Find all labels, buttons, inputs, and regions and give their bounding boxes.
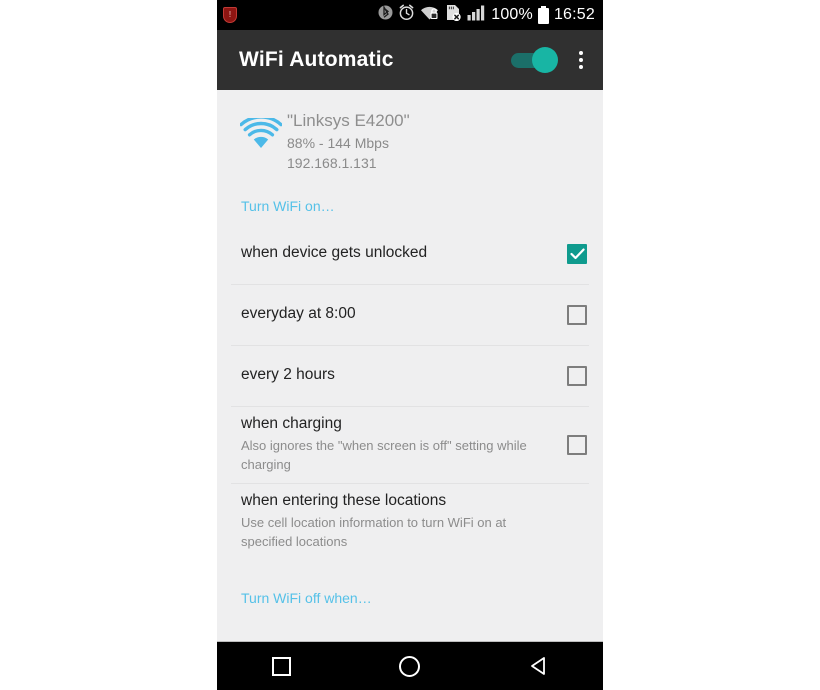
navigation-bar <box>217 641 603 690</box>
row-title: every 2 hours <box>241 366 335 384</box>
battery-full-icon <box>537 6 549 24</box>
toggle-thumb <box>532 47 558 73</box>
list-item[interactable]: every 2 hours <box>217 346 603 406</box>
signal-bars-icon <box>467 4 486 26</box>
status-bar-right: 100% 16:52 <box>378 4 595 26</box>
row-title: everyday at 8:00 <box>241 305 356 323</box>
status-bar: ! 100% 16:52 <box>217 0 603 30</box>
home-circle-icon <box>399 655 421 677</box>
list-item[interactable]: when entering these locations Use cell l… <box>217 484 603 560</box>
recents-square-icon <box>271 656 291 676</box>
page-title: WiFi Automatic <box>239 48 394 71</box>
screenshot-canvas: ! 100% 16:52 WiFi Automatic "Linksys E42… <box>0 0 820 690</box>
shield-notification-icon: ! <box>223 6 239 24</box>
wifi-ssid: "Linksys E4200" <box>287 111 410 130</box>
alarm-clock-icon <box>398 4 415 26</box>
wifi-status-card[interactable]: "Linksys E4200" 88% - 144 Mbps 192.168.1… <box>217 90 603 188</box>
overflow-menu-icon[interactable] <box>571 45 591 75</box>
back-triangle-icon <box>530 657 545 675</box>
row-subtitle: Also ignores the "when screen is off" se… <box>241 438 527 472</box>
sd-card-removed-icon <box>444 4 462 26</box>
row-title: when device gets unlocked <box>241 244 428 262</box>
wifi-signal-icon <box>235 108 287 150</box>
list-item[interactable]: when charging Also ignores the "when scr… <box>217 407 603 483</box>
wifi-speed: 88% - 144 Mbps <box>287 134 389 151</box>
recents-button[interactable] <box>246 642 316 690</box>
wifi-ip-address: 192.168.1.131 <box>287 155 377 172</box>
row-title: when entering these locations <box>241 492 447 510</box>
master-toggle-switch[interactable] <box>511 47 561 73</box>
row-text: when entering these locations Use cell l… <box>241 491 587 552</box>
app-bar: WiFi Automatic <box>217 30 603 90</box>
status-bar-clock: 16:52 <box>553 6 595 23</box>
list-item[interactable]: when device gets unlocked <box>217 224 603 284</box>
settings-list: "Linksys E4200" 88% - 144 Mbps 192.168.1… <box>217 90 603 641</box>
section-header-turn-on: Turn WiFi on… <box>241 197 335 214</box>
checkbox-when-device-unlocked[interactable] <box>567 243 587 264</box>
row-title: when charging <box>241 415 342 433</box>
row-text: when device gets unlocked <box>241 243 567 264</box>
row-text: everyday at 8:00 <box>241 304 567 325</box>
bluetooth-icon <box>378 4 393 26</box>
list-item[interactable]: everyday at 8:00 <box>217 285 603 345</box>
row-subtitle: Use cell location information to turn Wi… <box>241 515 507 549</box>
check-icon <box>569 248 585 259</box>
app-bar-actions <box>511 45 591 75</box>
wifi-details: "Linksys E4200" 88% - 144 Mbps 192.168.1… <box>287 108 410 174</box>
row-text: every 2 hours <box>241 365 567 386</box>
checkbox-every-2-hours[interactable] <box>567 365 587 386</box>
checkbox-everyday-at-time[interactable] <box>567 304 587 325</box>
row-text: when charging Also ignores the "when scr… <box>241 414 567 475</box>
wifi-secure-icon <box>420 4 439 26</box>
back-button[interactable] <box>504 642 574 690</box>
battery-percent-label: 100% <box>491 6 533 23</box>
checkbox-when-charging[interactable] <box>567 434 587 455</box>
phone-screen: ! 100% 16:52 WiFi Automatic "Linksys E42… <box>217 0 603 690</box>
section-header-turn-off[interactable]: Turn WiFi off when… <box>217 560 603 616</box>
home-button[interactable] <box>375 642 445 690</box>
